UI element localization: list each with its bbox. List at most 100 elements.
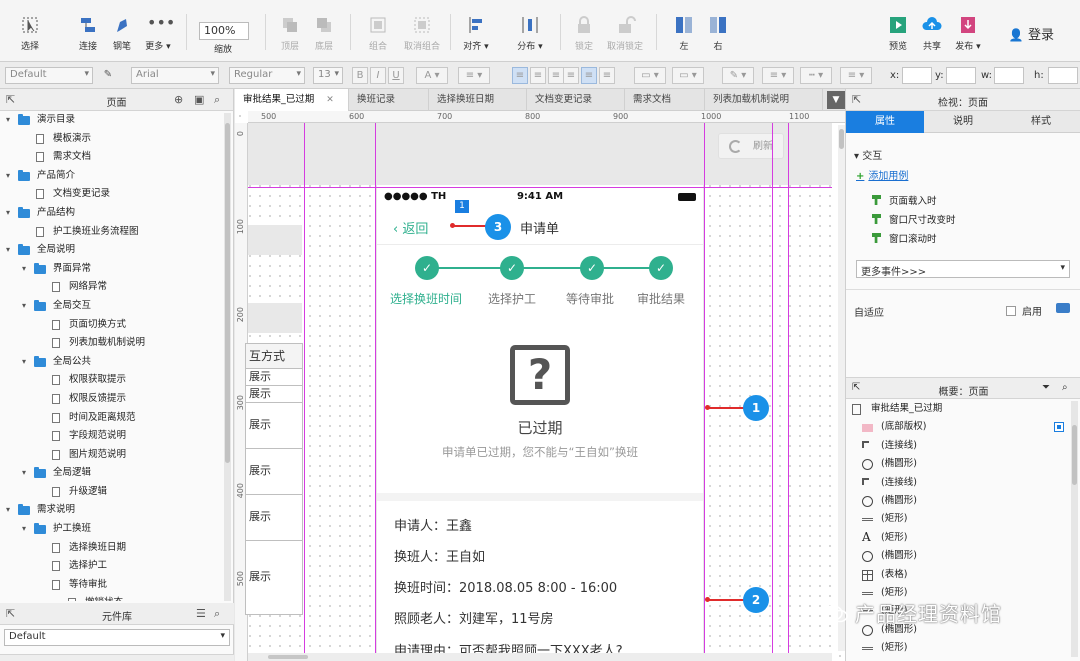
callout-1[interactable]: 1 (743, 395, 769, 421)
tab-select-date[interactable]: 选择换班日期 (429, 89, 527, 111)
event-window-scroll[interactable]: 窗口滚动时 (872, 231, 937, 245)
back-button[interactable]: ‹ 返回 (393, 218, 428, 237)
style-select[interactable]: Default (5, 67, 93, 84)
weight-select[interactable]: Regular (229, 67, 305, 84)
refresh-button[interactable]: 刷新 (718, 133, 784, 159)
font-color-button[interactable]: A ▾ (416, 67, 448, 84)
tab-requirements[interactable]: 需求文档 (625, 89, 705, 111)
send-to-bottom-button[interactable]: 底层 (302, 14, 346, 52)
shadow-button[interactable]: ▭ ▾ (672, 67, 704, 84)
add-case-link[interactable]: + 添加用例 (856, 167, 908, 182)
chevron-down-icon[interactable]: ▾ (22, 520, 26, 539)
chevron-down-icon[interactable]: ▾ (6, 501, 10, 520)
tab-notes[interactable]: 说明 (924, 111, 1002, 133)
y-input[interactable] (946, 67, 976, 84)
event-window-resize[interactable]: 窗口尺寸改变时 (872, 212, 956, 226)
arrow-style-button[interactable]: ≡ ▾ (840, 67, 872, 84)
outline-scrollbar[interactable] (1071, 401, 1078, 657)
tree-item[interactable]: 权限获取提示 (0, 371, 222, 390)
tab-shift-records[interactable]: 换班记录 (349, 89, 429, 111)
login-button[interactable]: 👤 登录 (1009, 24, 1054, 43)
ungroup-button[interactable]: 取消组合 (400, 14, 444, 52)
tree-item[interactable]: 撤销状态 (0, 594, 222, 601)
tree-item[interactable]: ▾ 全局公共 (0, 353, 222, 372)
publish-button[interactable]: 发布 ▾ (946, 14, 990, 52)
align-text-top-button[interactable]: ≡ (563, 67, 579, 84)
tree-item[interactable]: ▾ 界面异常 (0, 260, 222, 279)
tree-scrollbar[interactable] (224, 113, 231, 601)
outline-item[interactable]: A (矩形) (846, 529, 1066, 547)
line-width-button[interactable]: ≡ ▾ (762, 67, 794, 84)
chevron-down-icon[interactable]: ▾ (22, 297, 26, 316)
italic-button[interactable]: I (370, 67, 386, 84)
callout-2[interactable]: 2 (743, 587, 769, 613)
canvas-vscrollbar[interactable] (838, 125, 845, 651)
x-input[interactable] (902, 67, 932, 84)
outline-item[interactable]: 审批结果_已过期 (846, 400, 1066, 418)
tree-item[interactable]: ▾ 全局说明 (0, 241, 222, 260)
align-text-center-button[interactable]: ≡ (530, 67, 546, 84)
chevron-down-icon[interactable]: ▾ (22, 260, 26, 279)
tree-item[interactable]: 护工换班业务流程图 (0, 223, 222, 242)
canvas-hscrollbar[interactable] (248, 653, 832, 661)
w-input[interactable] (994, 67, 1024, 84)
outline-item[interactable]: (连接线) (846, 474, 1066, 492)
interaction-title[interactable]: ▾ 交互 (854, 147, 882, 162)
tree-item[interactable]: 需求文档 (0, 148, 222, 167)
tree-item[interactable]: 页面切换方式 (0, 316, 222, 335)
add-folder-icon[interactable]: ▣ (194, 93, 204, 106)
font-select[interactable]: Arial (131, 67, 219, 84)
tree-item[interactable]: ▾ 产品结构 (0, 204, 222, 223)
tab-approval-expired[interactable]: 审批结果_已过期 ✕ (235, 89, 349, 111)
tabs-dropdown-icon[interactable]: ▼ (827, 91, 845, 109)
library-select[interactable]: Default (4, 629, 230, 646)
tree-item[interactable]: 权限反馈提示 (0, 390, 222, 409)
phone-mockup[interactable]: ●●●●● TH 9:41 AM ‹ 返回 申请单 ✓ ✓ ✓ ✓ 选择换班时间… (376, 185, 704, 661)
tree-item[interactable]: 选择换班日期 (0, 539, 222, 558)
outline-item[interactable]: (矩形) (846, 639, 1066, 657)
tree-item[interactable]: 图片规范说明 (0, 446, 222, 465)
align-text-middle-button[interactable]: ≡ (581, 67, 597, 84)
callout-3[interactable]: 3 (485, 214, 511, 240)
tree-item[interactable]: ▾ 需求说明 (0, 501, 222, 520)
select-tool-button[interactable]: 选择 (8, 14, 52, 52)
align-text-right-button[interactable]: ≡ (548, 67, 564, 84)
outline-item[interactable]: (椭圆形) (846, 492, 1066, 510)
align-text-left-button[interactable]: ≡ (512, 67, 528, 84)
adaptive-settings-icon[interactable] (1056, 303, 1070, 313)
tree-item[interactable]: ▾ 全局逻辑 (0, 464, 222, 483)
fill-color-button[interactable]: ▭ ▾ (634, 67, 666, 84)
outline-item[interactable]: (椭圆形) (846, 455, 1066, 473)
tree-item[interactable]: 选择护工 (0, 557, 222, 576)
line-spacing-button[interactable]: ≡ ▾ (458, 67, 490, 84)
tab-properties[interactable]: 属性 (846, 111, 924, 133)
zoom-input[interactable]: 100% (199, 22, 249, 40)
tree-item[interactable]: 时间及距离规范 (0, 409, 222, 428)
tree-item[interactable]: 模板演示 (0, 130, 222, 149)
search-icon[interactable]: ⌕ (1062, 382, 1068, 393)
filter-icon[interactable]: ⏷ (1042, 382, 1050, 393)
chevron-down-icon[interactable]: ▾ (6, 204, 10, 223)
h-input[interactable] (1048, 67, 1078, 84)
chevron-down-icon[interactable]: ▾ (22, 353, 26, 372)
close-icon[interactable]: ✕ (326, 95, 334, 105)
outline-item[interactable]: (底部版权) (846, 418, 1066, 436)
tree-item[interactable]: ▾ 产品简介 (0, 167, 222, 186)
right-button[interactable]: 右 (696, 14, 740, 52)
search-icon[interactable]: ⌕ (214, 93, 220, 107)
chevron-down-icon[interactable]: ▾ (6, 167, 10, 186)
tree-item[interactable]: ▾ 全局交互 (0, 297, 222, 316)
size-select[interactable]: 13 (313, 67, 343, 84)
align-button[interactable]: 对齐 ▾ (454, 14, 498, 52)
lock-button[interactable]: 锁定 (562, 14, 606, 52)
format-painter-icon[interactable]: ✎ (100, 67, 116, 84)
distribute-button[interactable]: 分布 ▾ (508, 14, 552, 52)
line-color-button[interactable]: ✎ ▾ (722, 67, 754, 84)
tree-item[interactable]: 列表加载机制说明 (0, 334, 222, 353)
outline-item[interactable]: (表格) (846, 566, 1066, 584)
tree-item[interactable]: 等待审批 (0, 576, 222, 595)
tree-item[interactable]: 文档变更记录 (0, 185, 222, 204)
tab-list-loading[interactable]: 列表加载机制说明 (705, 89, 823, 111)
tree-item[interactable]: 网络异常 (0, 278, 222, 297)
add-page-icon[interactable]: ⊕ (174, 93, 183, 106)
